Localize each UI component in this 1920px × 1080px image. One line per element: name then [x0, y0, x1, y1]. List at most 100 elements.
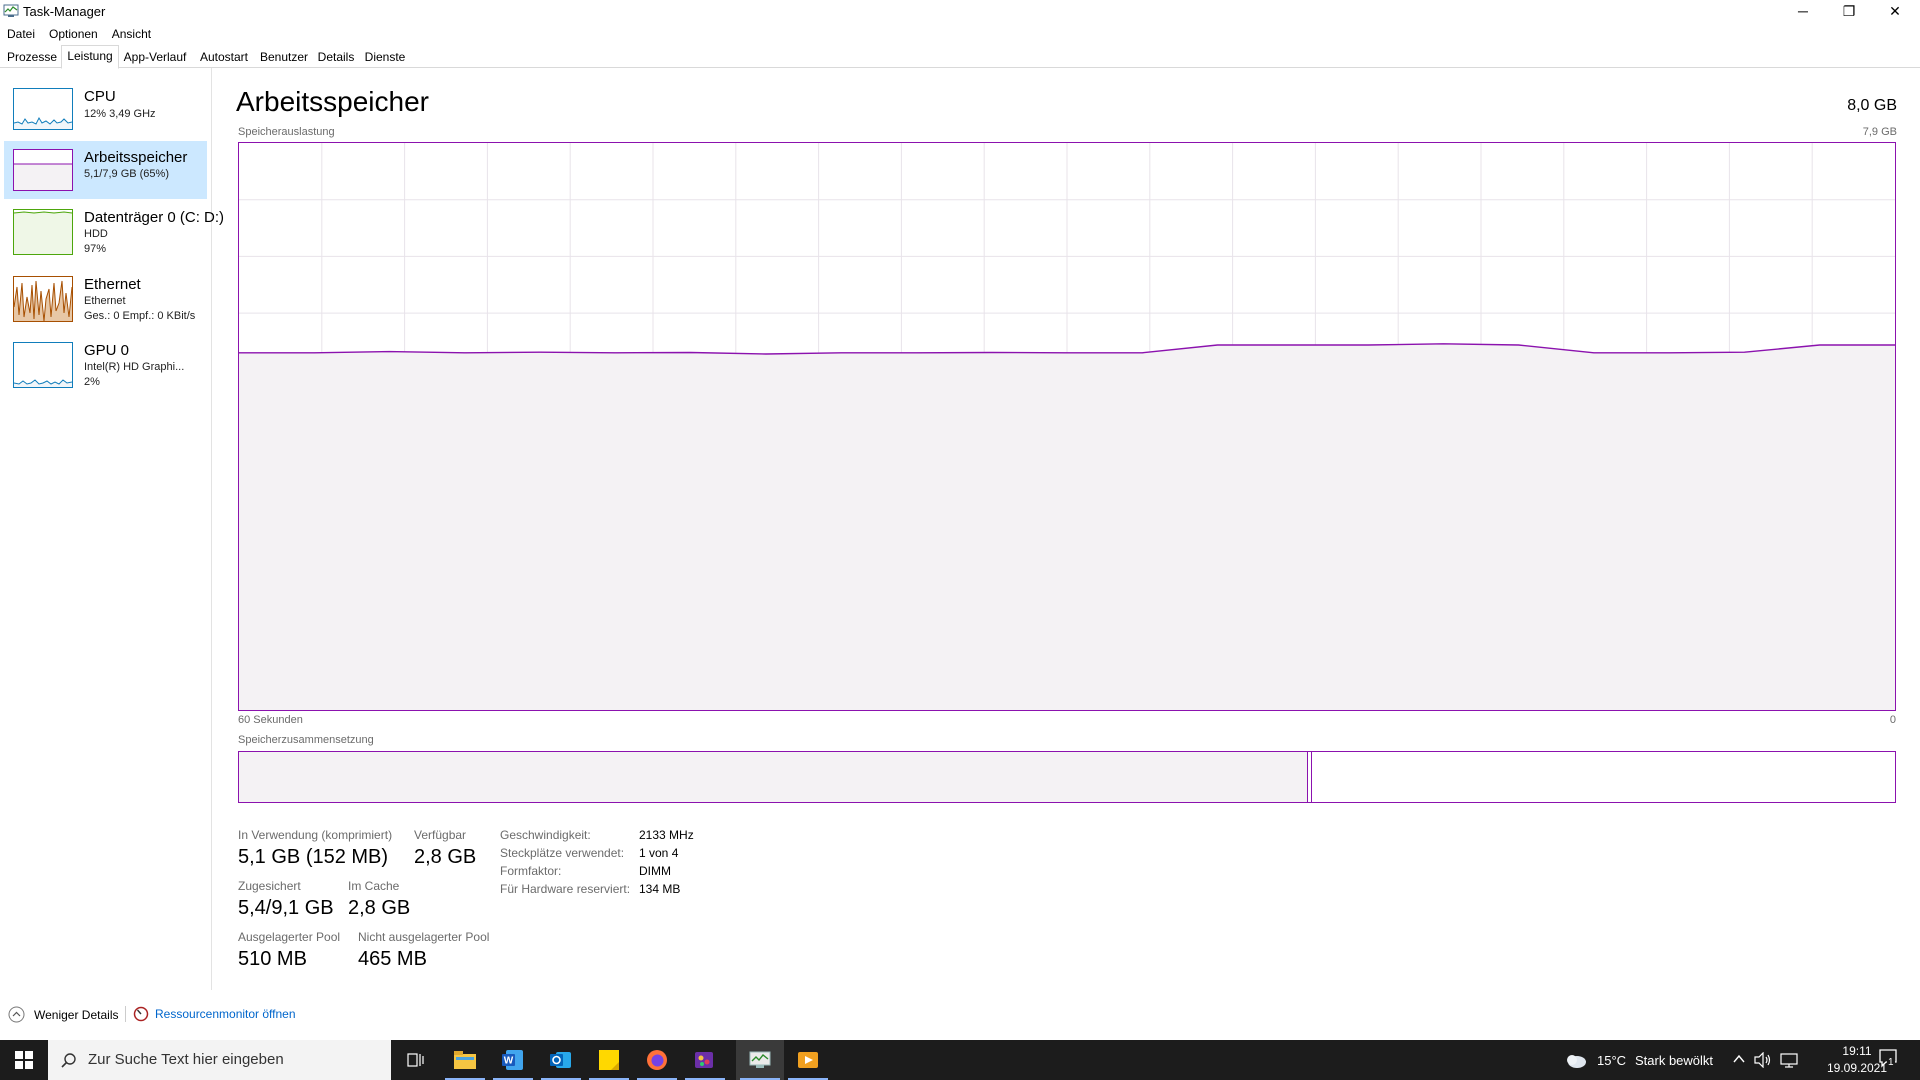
- sidebar-item-ethernet[interactable]: Ethernet Ethernet Ges.: 0 Empf.: 0 KBit/…: [4, 270, 207, 330]
- firefox-icon: [647, 1050, 667, 1070]
- footer-divider: [125, 1006, 126, 1022]
- cpu-thumbnail: [13, 88, 73, 130]
- tab-dienste[interactable]: Dienste: [359, 47, 411, 67]
- sidebar-item-sub2: 2%: [84, 376, 100, 388]
- minimize-icon: ─: [1798, 3, 1808, 19]
- sticky-notes-icon: [599, 1050, 619, 1070]
- taskbar-outlook[interactable]: [537, 1040, 585, 1080]
- menu-datei[interactable]: Datei: [0, 24, 42, 44]
- form-factor-label: Formfaktor:: [500, 864, 562, 878]
- slots-value: 1 von 4: [639, 846, 679, 860]
- close-button[interactable]: ✕: [1872, 0, 1918, 22]
- hardware-reserved-value: 134 MB: [639, 882, 681, 896]
- menu-optionen[interactable]: Optionen: [42, 24, 105, 44]
- taskbar-firefox[interactable]: [633, 1040, 681, 1080]
- start-button[interactable]: [0, 1040, 48, 1080]
- file-explorer-icon: [454, 1051, 476, 1069]
- footer: Weniger Details Ressourcenmonitor öffnen: [0, 1000, 1920, 1030]
- task-view-button[interactable]: [393, 1040, 441, 1080]
- tab-prozesse[interactable]: Prozesse: [4, 47, 60, 67]
- title-bar: Task-Manager ─ ❐ ✕: [0, 0, 1920, 22]
- sidebar-item-sub: HDD: [84, 228, 108, 240]
- notification-center-button[interactable]: 1: [1878, 1048, 1902, 1072]
- sidebar-item-sub: 12% 3,49 GHz: [84, 108, 156, 120]
- sidebar-item-cpu[interactable]: CPU 12% 3,49 GHz: [4, 82, 207, 142]
- time-axis-zero: 0: [1889, 714, 1896, 726]
- speed-value: 2133 MHz: [639, 828, 694, 842]
- paged-pool-value: 510 MB: [238, 948, 307, 970]
- memory-capacity: 8,0 GB: [1847, 97, 1897, 114]
- sidebar-item-sub2: 97%: [84, 243, 107, 255]
- weather-temperature[interactable]: 15°C: [1597, 1053, 1626, 1068]
- tab-app-verlauf[interactable]: App-Verlauf: [118, 47, 192, 67]
- form-factor-value: DIMM: [639, 864, 671, 878]
- tab-benutzer[interactable]: Benutzer: [255, 47, 313, 67]
- task-manager-taskbar-icon: [749, 1051, 771, 1068]
- sidebar-item-sub: Ethernet: [84, 295, 126, 307]
- sidebar-item-name: CPU: [84, 88, 116, 105]
- memory-usage-area: [239, 343, 1895, 710]
- window-title: Task-Manager: [23, 4, 106, 19]
- sidebar-item-name: Ethernet: [84, 276, 141, 293]
- usage-graph-label: Speicherauslastung: [238, 126, 335, 138]
- sidebar-item-gpu[interactable]: GPU 0 Intel(R) HD Graphi... 2%: [4, 336, 207, 396]
- composition-modified-segment: [1308, 752, 1313, 802]
- taskbar-app-colorful[interactable]: [681, 1040, 729, 1080]
- sidebar-item-sub2: Ges.: 0 Empf.: 0 KBit/s: [84, 310, 196, 322]
- tab-autostart[interactable]: Autostart: [193, 47, 255, 67]
- chevron-up-circle-icon: [8, 1006, 25, 1023]
- tab-bar: Prozesse Leistung App-Verlauf Autostart …: [0, 45, 1920, 69]
- composition-label: Speicherzusammensetzung: [238, 734, 374, 746]
- fewer-details-label: Weniger Details: [34, 1007, 119, 1022]
- in-use-label: In Verwendung (komprimiert): [238, 828, 393, 842]
- tab-leistung[interactable]: Leistung: [61, 45, 119, 69]
- time-axis-label: 60 Sekunden: [238, 714, 303, 726]
- task-view-icon: [407, 1053, 424, 1067]
- minimize-button[interactable]: ─: [1780, 0, 1826, 22]
- composition-in-use-segment: [239, 752, 1309, 802]
- speed-label: Geschwindigkeit:: [500, 828, 591, 842]
- menu-bar: Datei Optionen Ansicht: [0, 24, 158, 44]
- restore-icon: ❐: [1842, 2, 1856, 19]
- cached-value: 2,8 GB: [348, 897, 411, 919]
- search-placeholder: Zur Suche Text hier eingeben: [88, 1051, 284, 1068]
- sidebar-item-name: Arbeitsspeicher: [84, 149, 188, 166]
- page-title: Arbeitsspeicher: [236, 86, 429, 117]
- restore-button[interactable]: ❐: [1826, 0, 1872, 22]
- committed-value: 5,4/9,1 GB: [238, 897, 334, 919]
- committed-label: Zugesichert: [238, 879, 301, 893]
- task-manager-icon: [3, 4, 19, 17]
- taskbar-sticky-notes[interactable]: [585, 1040, 633, 1080]
- nonpaged-pool-label: Nicht ausgelagerter Pool: [358, 930, 490, 944]
- resource-monitor-label: Ressourcenmonitor öffnen: [155, 1007, 296, 1021]
- sidebar-item-sub: 5,1/7,9 GB (65%): [84, 168, 169, 180]
- resource-monitor-link[interactable]: Ressourcenmonitor öffnen: [133, 1006, 296, 1022]
- weather-cloud-icon[interactable]: [1565, 1051, 1587, 1069]
- media-player-icon: [798, 1052, 818, 1068]
- chevron-up-icon[interactable]: [1733, 1054, 1745, 1064]
- taskbar-file-explorer[interactable]: [441, 1040, 489, 1080]
- menu-ansicht[interactable]: Ansicht: [105, 24, 158, 44]
- taskbar-word[interactable]: W: [489, 1040, 537, 1080]
- paint-app-icon: [695, 1052, 713, 1068]
- network-icon[interactable]: [1780, 1052, 1798, 1068]
- performance-sidebar: CPU 12% 3,49 GHz Arbeitsspeicher 5,1/7,9…: [0, 68, 224, 990]
- sidebar-item-name: Datenträger 0 (C: D:): [84, 209, 225, 226]
- taskbar-task-manager[interactable]: [736, 1040, 784, 1080]
- search-icon: [61, 1053, 76, 1068]
- taskbar-media-app[interactable]: [784, 1040, 832, 1080]
- paged-pool-label: Ausgelagerter Pool: [238, 930, 341, 944]
- fewer-details-button[interactable]: Weniger Details: [8, 1006, 118, 1023]
- svg-text:W: W: [504, 1056, 514, 1067]
- weather-description[interactable]: Stark bewölkt: [1635, 1053, 1713, 1068]
- volume-icon[interactable]: [1754, 1052, 1772, 1068]
- available-label: Verfügbar: [414, 828, 467, 842]
- gpu-thumbnail: [13, 342, 73, 388]
- nonpaged-pool-value: 465 MB: [358, 948, 427, 970]
- word-icon: W: [502, 1050, 523, 1070]
- taskbar-search-box[interactable]: Zur Suche Text hier eingeben: [48, 1040, 391, 1080]
- sidebar-item-memory[interactable]: Arbeitsspeicher 5,1/7,9 GB (65%): [4, 141, 207, 199]
- taskbar: Zur Suche Text hier eingeben W 15°C Star…: [0, 1040, 1920, 1080]
- tab-details[interactable]: Details: [313, 47, 359, 67]
- sidebar-item-disk[interactable]: Datenträger 0 (C: D:) HDD 97%: [4, 203, 224, 263]
